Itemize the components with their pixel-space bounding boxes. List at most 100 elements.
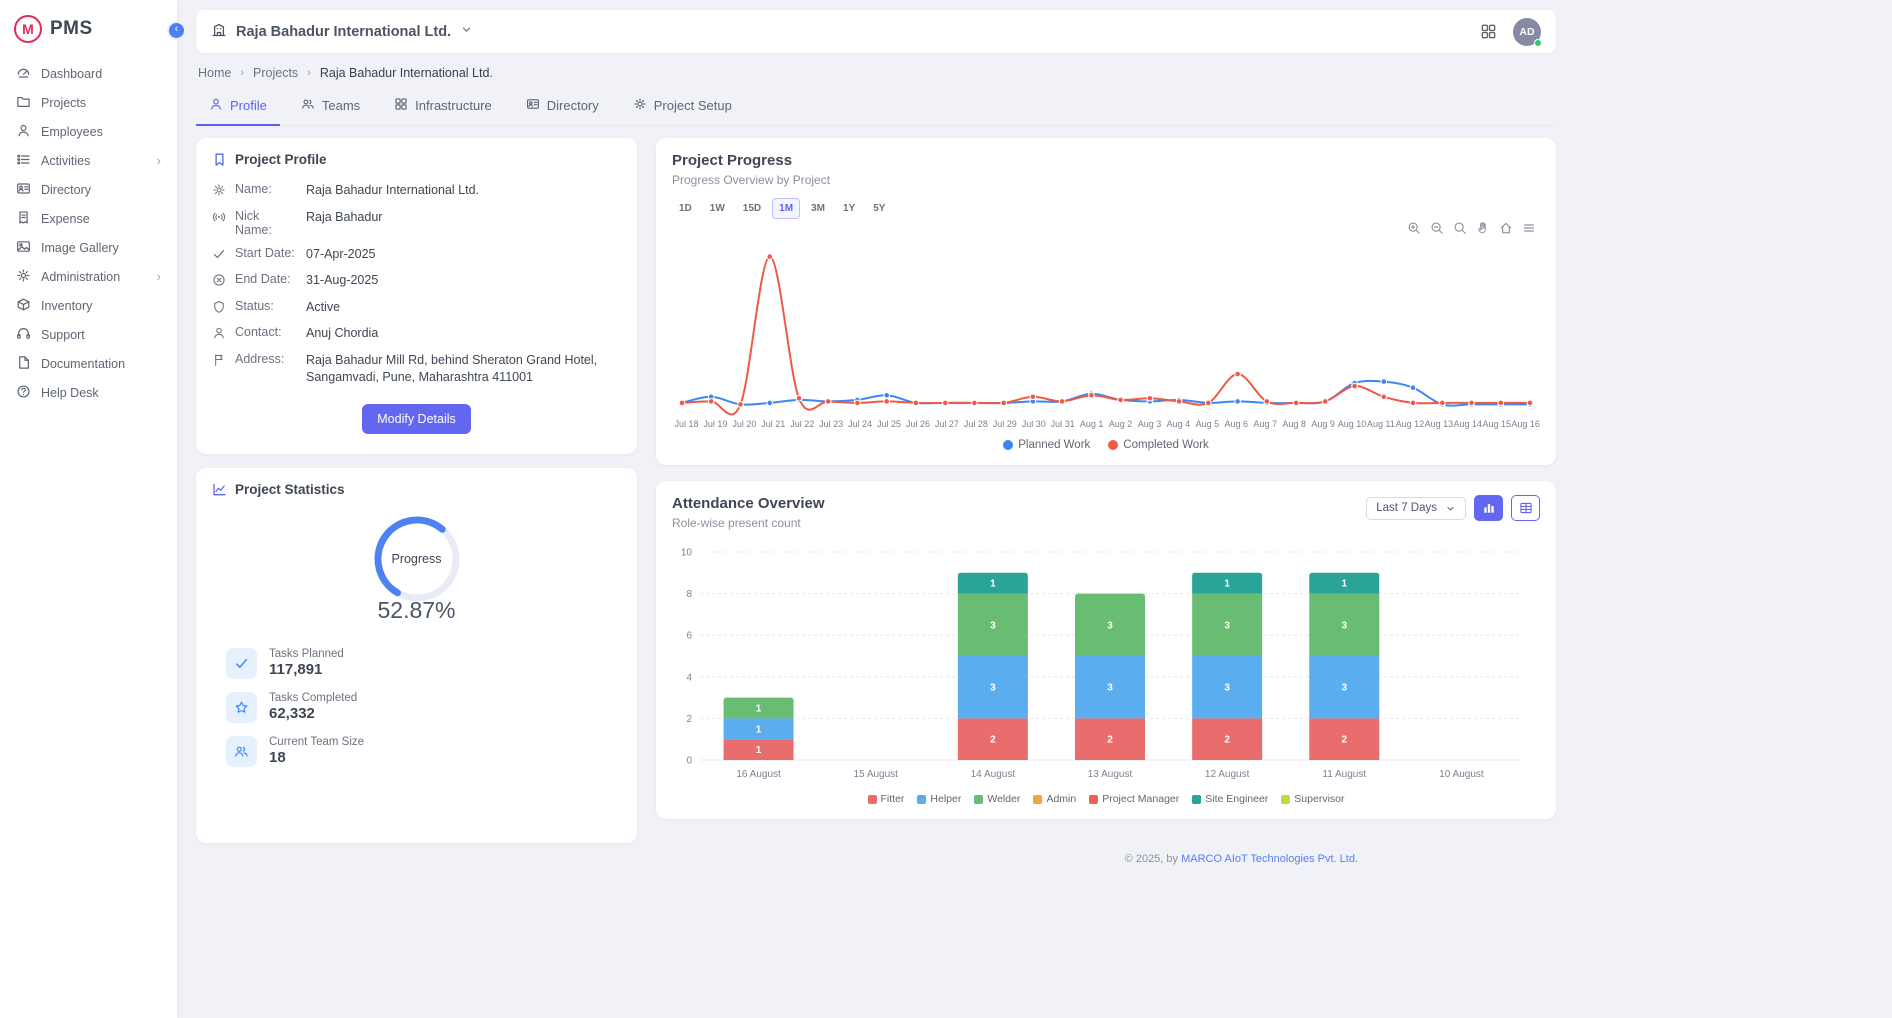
- legend-swatch: [1281, 795, 1290, 804]
- zoom-out-icon[interactable]: [1430, 221, 1444, 235]
- sidebar-item-expense[interactable]: Expense: [0, 204, 177, 233]
- attendance-x-labels: 16 August15 August14 August13 August12 A…: [700, 769, 1520, 780]
- list-icon: [16, 152, 31, 170]
- top-header: Raja Bahadur International Ltd. AD: [196, 10, 1556, 53]
- svg-text:3: 3: [1224, 683, 1230, 694]
- menu-icon[interactable]: [1522, 221, 1536, 235]
- bar-view-button[interactable]: [1474, 495, 1503, 521]
- logo-row: M PMS: [0, 0, 177, 55]
- sidebar-item-dashboard[interactable]: Dashboard: [0, 59, 177, 88]
- header-actions: AD: [1480, 18, 1541, 46]
- receipt-icon: [16, 210, 31, 228]
- sidebar-item-label: Dashboard: [41, 67, 161, 81]
- sidebar-item-inventory[interactable]: Inventory: [0, 291, 177, 320]
- progress-gauge: Progress: [371, 513, 463, 605]
- field-label: Contact:: [235, 325, 297, 339]
- range-button-5y[interactable]: 5Y: [866, 198, 892, 219]
- image-icon: [16, 239, 31, 257]
- stat-value: 117,891: [269, 661, 344, 678]
- legend-swatch: [917, 795, 926, 804]
- field-address: Address: Raja Bahadur Mill Rd, behind Sh…: [212, 352, 621, 387]
- tab-infrastructure[interactable]: Infrastructure: [381, 89, 505, 126]
- legend-item[interactable]: Project Manager: [1089, 793, 1179, 805]
- legend-item[interactable]: Site Engineer: [1192, 793, 1268, 805]
- days-filter-value: Last 7 Days: [1376, 502, 1437, 514]
- stat-label: Current Team Size: [269, 736, 364, 748]
- chart-icon: [212, 482, 227, 497]
- sidebar-item-label: Activities: [41, 154, 147, 168]
- range-button-1y[interactable]: 1Y: [836, 198, 862, 219]
- sidebar-item-label: Administration: [41, 270, 147, 284]
- sidebar-item-activities[interactable]: Activities ›: [0, 146, 177, 175]
- attendance-bar-chart[interactable]: 0246810111233123323312331: [672, 546, 1540, 766]
- project-profile-card: Project Profile Name: Raja Bahadur Inter…: [196, 138, 637, 454]
- breadcrumb-home[interactable]: Home: [198, 66, 231, 80]
- legend-item[interactable]: Fitter: [868, 793, 905, 805]
- building-icon: [211, 22, 227, 42]
- sidebar-item-image-gallery[interactable]: Image Gallery: [0, 233, 177, 262]
- svg-text:3: 3: [1107, 683, 1113, 694]
- chevron-right-icon: ›: [240, 67, 244, 79]
- tab-profile[interactable]: Profile: [196, 89, 280, 126]
- legend-item[interactable]: Admin: [1033, 793, 1076, 805]
- bar-chart-icon: [1482, 501, 1496, 515]
- stat-value: 62,332: [269, 705, 357, 722]
- legend-item[interactable]: Planned Work: [1003, 439, 1090, 451]
- legend-item[interactable]: Supervisor: [1281, 793, 1344, 805]
- days-filter-select[interactable]: Last 7 Days: [1366, 497, 1466, 520]
- tab-directory[interactable]: Directory: [513, 89, 612, 126]
- company-link[interactable]: MARCO AIoT Technologies Pvt. Ltd.: [1181, 853, 1358, 865]
- people-icon: [226, 736, 257, 767]
- progress-line-chart[interactable]: [672, 237, 1540, 417]
- main-area: Raja Bahadur International Ltd. AD Home …: [177, 0, 1892, 1018]
- svg-text:1: 1: [990, 579, 996, 590]
- range-button-1w[interactable]: 1W: [703, 198, 732, 219]
- legend-swatch: [1192, 795, 1201, 804]
- gauge-label: Progress: [371, 513, 463, 605]
- sidebar-item-directory[interactable]: Directory: [0, 175, 177, 204]
- sidebar-item-help-desk[interactable]: Help Desk: [0, 378, 177, 407]
- range-button-3m[interactable]: 3M: [804, 198, 832, 219]
- apps-grid-icon[interactable]: [1480, 23, 1497, 40]
- check-icon: [226, 648, 257, 679]
- field-label: Nick Name:: [235, 209, 297, 237]
- company-selector[interactable]: Raja Bahadur International Ltd.: [211, 22, 473, 42]
- sidebar-collapse-button[interactable]: ‹: [167, 21, 186, 40]
- project-progress-card: Project Progress Progress Overview by Pr…: [656, 138, 1556, 465]
- sidebar-item-label: Inventory: [41, 299, 161, 313]
- tab-teams[interactable]: Teams: [288, 89, 373, 126]
- pan-icon[interactable]: [1476, 221, 1490, 235]
- attendance-overview-card: Attendance Overview Role-wise present co…: [656, 481, 1556, 819]
- star-icon: [226, 692, 257, 723]
- breadcrumb-projects[interactable]: Projects: [253, 66, 298, 80]
- sidebar-item-label: Image Gallery: [41, 241, 161, 255]
- legend-swatch: [1089, 795, 1098, 804]
- sidebar-item-administration[interactable]: Administration ›: [0, 262, 177, 291]
- person-icon: [209, 97, 223, 114]
- sidebar-item-support[interactable]: Support: [0, 320, 177, 349]
- svg-text:4: 4: [686, 672, 692, 683]
- table-view-button[interactable]: [1511, 495, 1540, 521]
- user-avatar[interactable]: AD: [1513, 18, 1541, 46]
- zoom-in-icon[interactable]: [1407, 221, 1421, 235]
- grid-icon: [394, 97, 408, 114]
- range-button-15d[interactable]: 15D: [736, 198, 768, 219]
- tab-project-setup[interactable]: Project Setup: [620, 89, 745, 126]
- range-button-1d[interactable]: 1D: [672, 198, 699, 219]
- card-title: Project Progress: [672, 152, 1540, 169]
- home-icon[interactable]: [1499, 221, 1513, 235]
- range-button-1m[interactable]: 1M: [772, 198, 800, 219]
- sidebar-item-projects[interactable]: Projects: [0, 88, 177, 117]
- attendance-legend: Fitter Helper Welder Admin Project Manager Si…: [672, 793, 1540, 805]
- gear-icon: [212, 183, 226, 197]
- selection-zoom-icon[interactable]: [1453, 221, 1467, 235]
- sidebar-item-documentation[interactable]: Documentation: [0, 349, 177, 378]
- sidebar-item-employees[interactable]: Employees: [0, 117, 177, 146]
- legend-item[interactable]: Welder: [974, 793, 1020, 805]
- company-name: Raja Bahadur International Ltd.: [236, 24, 451, 40]
- legend-dot: [1108, 440, 1118, 450]
- legend-item[interactable]: Completed Work: [1108, 439, 1208, 451]
- legend-item[interactable]: Helper: [917, 793, 961, 805]
- field-value: Anuj Chordia: [306, 325, 621, 343]
- modify-details-button[interactable]: Modify Details: [362, 404, 471, 434]
